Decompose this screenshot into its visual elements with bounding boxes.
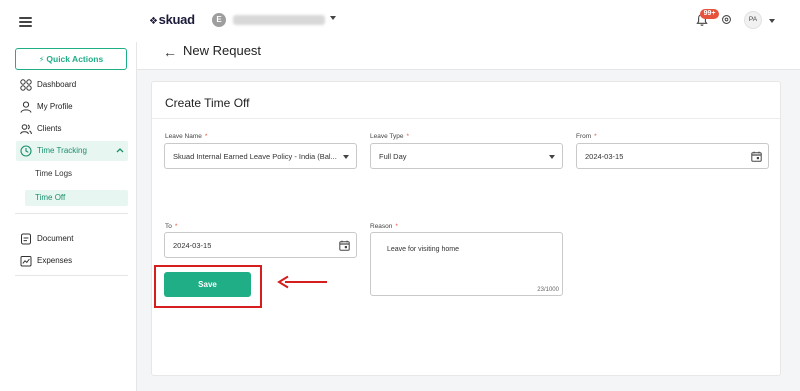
red-annotation-arrow-icon (277, 275, 327, 289)
user-avatar[interactable]: PA (744, 11, 762, 29)
save-button[interactable]: Save (164, 272, 251, 297)
lightning-icon: ⚡ (38, 55, 45, 64)
leave-type-select[interactable]: Full Day (370, 143, 563, 169)
to-date-value: 2024-03-15 (173, 241, 212, 250)
sidebar-item-expenses[interactable]: Expenses (16, 251, 128, 271)
from-date-field[interactable]: 2024-03-15 (576, 143, 769, 169)
sidebar-item-label: Document (37, 234, 74, 243)
notification-badge: 99+ (700, 9, 719, 19)
hamburger-menu-icon[interactable] (19, 17, 32, 27)
sidebar-item-label: My Profile (37, 102, 73, 111)
form-title: Create Time Off (165, 96, 250, 110)
user-menu-chevron-icon[interactable] (769, 19, 775, 23)
leave-name-value: Skuad Internal Earned Leave Policy - Ind… (173, 152, 337, 161)
sidebar-item-document[interactable]: Document (16, 229, 128, 249)
reason-char-counter: 23/1000 (537, 287, 559, 293)
org-name-blurred[interactable] (233, 15, 325, 25)
to-date-field[interactable]: 2024-03-15 (164, 232, 357, 258)
sidebar-item-label: Clients (37, 124, 62, 133)
top-bar: ❖skuad E 99+ PA (0, 0, 800, 42)
leave-type-value: Full Day (379, 152, 407, 161)
chevron-up-icon (116, 148, 124, 153)
back-arrow-icon[interactable]: ← (163, 45, 177, 59)
org-avatar[interactable]: E (212, 13, 226, 27)
sidebar-item-my-profile[interactable]: My Profile (16, 97, 128, 117)
sidebar-subitem-time-logs[interactable]: Time Logs (25, 166, 128, 182)
reason-textarea[interactable]: Leave for visiting home 23/1000 (370, 232, 563, 296)
page-header: ← New Request (137, 42, 800, 70)
settings-gear-icon[interactable] (721, 14, 732, 25)
leave-name-label: Leave Name * (165, 133, 208, 140)
sidebar-item-dashboard[interactable]: Dashboard (16, 75, 128, 95)
form-divider (152, 118, 780, 119)
reason-value: Leave for visiting home (387, 246, 459, 253)
reason-label: Reason * (370, 223, 398, 230)
sidebar-divider (15, 275, 128, 276)
leave-type-caret-icon (549, 155, 555, 159)
sidebar-divider (15, 213, 128, 214)
person-icon (20, 101, 32, 113)
chart-icon (20, 256, 32, 267)
calendar-icon[interactable] (339, 240, 350, 251)
main-content: ← New Request Create Time Off Leave Name… (137, 42, 800, 391)
calendar-icon[interactable] (751, 151, 762, 162)
time-off-form-card: Create Time Off Leave Name * Skuad Intern… (151, 81, 781, 376)
users-icon (20, 124, 32, 135)
leave-name-caret-icon (343, 155, 349, 159)
page-title: New Request (183, 43, 262, 58)
sidebar-item-clients[interactable]: Clients (16, 119, 128, 139)
sidebar-subitem-time-off[interactable]: Time Off (25, 190, 128, 206)
skuad-logo: ❖skuad (149, 12, 195, 27)
sidebar-item-label: Dashboard (37, 80, 77, 89)
sidebar: ⚡ Quick Actions Dashboard My Profile Clie… (0, 42, 137, 391)
leave-type-label: Leave Type * (370, 133, 410, 140)
document-icon (21, 233, 31, 245)
sidebar-item-label: Time Tracking (37, 146, 87, 155)
from-date-value: 2024-03-15 (585, 152, 624, 161)
grid-icon (20, 79, 32, 91)
org-dropdown-chevron-icon[interactable] (330, 16, 336, 20)
leave-name-select[interactable]: Skuad Internal Earned Leave Policy - Ind… (164, 143, 357, 169)
to-label: To * (165, 223, 178, 230)
clock-icon (20, 145, 32, 157)
quick-actions-button[interactable]: ⚡ Quick Actions (15, 48, 127, 70)
from-label: From * (576, 133, 597, 140)
sidebar-item-time-tracking[interactable]: Time Tracking (16, 141, 128, 161)
sidebar-item-label: Expenses (37, 256, 73, 265)
